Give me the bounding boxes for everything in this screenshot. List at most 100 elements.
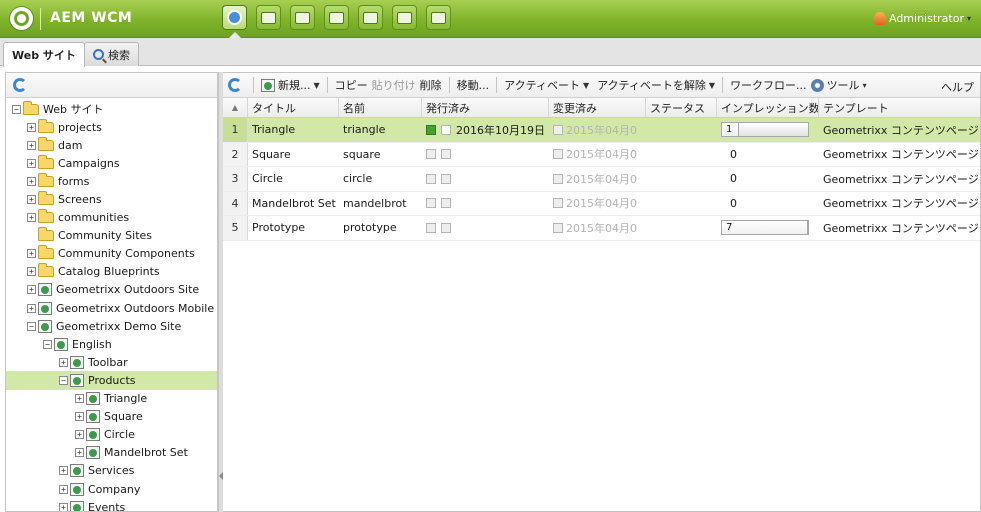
table-row[interactable]: 1 Triangle triangle 2016年10月19日 2015年04月0 1 Ge… — [223, 118, 980, 143]
cell-name: prototype — [343, 221, 397, 235]
expand-icon[interactable]: + — [27, 213, 36, 223]
tree-node-label: Campaigns — [58, 156, 120, 170]
tab-search[interactable]: 検索 — [84, 42, 139, 66]
published-status-icon — [426, 173, 436, 184]
tree-node[interactable]: + Circle — [6, 426, 217, 444]
tree-node[interactable]: − Products — [6, 371, 217, 390]
expand-icon[interactable]: + — [27, 267, 36, 277]
expand-icon[interactable]: + — [75, 448, 84, 458]
column-header-impressions[interactable]: インプレッション数 — [717, 98, 819, 117]
activate-button[interactable]: アクティベート ▼ — [502, 77, 591, 93]
digital-assets-icon[interactable] — [256, 5, 281, 30]
collapse-icon[interactable]: − — [43, 339, 52, 349]
workflow-button[interactable]: ワークフロー... — [728, 77, 809, 93]
tree-node[interactable]: + dam — [6, 136, 217, 154]
delete-button[interactable]: 削除 — [418, 77, 444, 93]
column-header-status[interactable]: ステータス — [646, 98, 717, 117]
tree-node[interactable]: + Triangle — [6, 390, 217, 408]
expand-icon[interactable]: + — [27, 195, 36, 205]
toolbar-divider — [496, 77, 498, 93]
expand-icon[interactable]: + — [27, 303, 36, 313]
column-header-modified[interactable]: 変更済み — [549, 98, 646, 117]
sort-indicator-icon[interactable]: ▲ — [223, 98, 248, 117]
campaigns-icon[interactable] — [290, 5, 315, 30]
tab-websites[interactable]: Web サイト — [3, 42, 85, 67]
refresh-icon[interactable] — [13, 78, 27, 92]
expand-icon[interactable]: + — [75, 394, 84, 404]
expand-icon[interactable]: + — [75, 412, 84, 422]
tree-node[interactable]: + Square — [6, 408, 217, 426]
column-header-title[interactable]: タイトル — [248, 98, 339, 117]
paste-button[interactable]: 貼り付け — [370, 77, 418, 93]
refresh-icon[interactable] — [228, 78, 242, 92]
cell-modified: 2015年04月0 — [549, 192, 646, 216]
column-header-name[interactable]: 名前 — [339, 98, 422, 117]
tools-button[interactable]: ツール ▾ — [809, 77, 869, 93]
row-number: 4 — [223, 191, 248, 215]
expand-icon[interactable]: + — [27, 158, 36, 168]
tree-node[interactable]: + Company — [6, 480, 217, 498]
new-button[interactable]: 新規... ▼ — [259, 77, 322, 93]
collapse-icon[interactable]: − — [59, 375, 68, 385]
tree-node[interactable]: + Geometrixx Outdoors Mobile Site — [6, 299, 217, 317]
user-menu[interactable]: Administrator ▾ — [873, 12, 971, 25]
tree-node[interactable]: + projects — [6, 118, 217, 136]
expand-icon[interactable]: + — [27, 176, 36, 186]
aem-logo-icon[interactable] — [10, 7, 33, 30]
tree-node[interactable]: + Toolbar — [6, 353, 217, 371]
community-icon[interactable] — [324, 5, 349, 30]
tagging-icon[interactable] — [426, 5, 451, 30]
column-header-template[interactable]: テンプレート — [819, 98, 980, 117]
expand-icon[interactable]: + — [59, 484, 68, 494]
websites-icon[interactable] — [222, 5, 247, 30]
tree-node[interactable]: Community Sites — [6, 227, 217, 245]
tree-node-label: Square — [104, 410, 143, 424]
tree-node-label: projects — [58, 120, 102, 134]
tree-node[interactable]: − English — [6, 335, 217, 353]
tree-node[interactable]: − Geometrixx Demo Site — [6, 317, 217, 335]
tree-node[interactable]: + forms — [6, 172, 217, 190]
expand-icon[interactable]: + — [59, 357, 68, 367]
impressions-count: 0 — [730, 147, 737, 161]
expand-icon[interactable]: + — [59, 502, 68, 511]
page-list-panel: 新規... ▼ コピー 貼り付け 削除 移動... アクティベート ▼ アクティ… — [223, 72, 981, 512]
deactivate-button[interactable]: アクティベートを解除 ▼ — [595, 77, 717, 93]
table-row[interactable]: 3 Circle circle 2015年04月0 0 Geometrixx コンテンツペ… — [223, 167, 980, 192]
table-row[interactable]: 2 Square square 2015年04月0 0 Geometrixx コンテンツペ… — [223, 142, 980, 167]
modified-status-icon — [553, 222, 563, 233]
tree-node[interactable]: − Web サイト — [6, 100, 217, 118]
impressions-count: 0 — [730, 196, 737, 210]
tree-node[interactable]: + Catalog Blueprints — [6, 263, 217, 281]
tree-node[interactable]: + Services — [6, 462, 217, 480]
expand-icon[interactable]: + — [27, 122, 36, 132]
expand-icon[interactable]: + — [75, 430, 84, 440]
modified-status-icon — [553, 173, 563, 184]
cell-status — [646, 216, 717, 240]
tree-node[interactable]: + Events — [6, 498, 217, 511]
copy-button[interactable]: コピー — [333, 77, 370, 93]
tree-node[interactable]: + Campaigns — [6, 154, 217, 172]
chevron-down-icon: ▾ — [862, 80, 867, 90]
tree-node[interactable]: + Screens — [6, 190, 217, 208]
cell-impressions: 0 — [717, 192, 819, 216]
tree-node[interactable]: + Mandelbrot Set — [6, 444, 217, 462]
cell-status — [646, 143, 717, 167]
tree-node[interactable]: + Geometrixx Outdoors Site — [6, 281, 217, 299]
expand-icon[interactable]: + — [27, 249, 36, 259]
table-row[interactable]: 5 Prototype prototype 2015年04月0 7 Geometrixx … — [223, 216, 980, 241]
table-row[interactable]: 4 Mandelbrot Set mandelbrot 2015年04月0 0 Geome… — [223, 191, 980, 216]
tools-icon[interactable] — [392, 5, 417, 30]
tree-node[interactable]: + Community Components — [6, 245, 217, 263]
tree-node-label: dam — [58, 138, 83, 152]
users-icon[interactable] — [358, 5, 383, 30]
collapse-icon[interactable]: − — [27, 321, 36, 331]
expand-icon[interactable]: + — [27, 285, 36, 295]
expand-icon[interactable]: + — [27, 140, 36, 150]
expand-icon[interactable]: + — [59, 466, 68, 476]
column-header-published[interactable]: 発行済み — [422, 98, 549, 117]
modified-date: 2015年04月0 — [566, 172, 637, 186]
collapse-icon[interactable]: − — [12, 104, 21, 114]
move-button[interactable]: 移動... — [455, 77, 492, 93]
help-button[interactable]: ヘルプ — [941, 79, 974, 95]
tree-node[interactable]: + communities — [6, 209, 217, 227]
